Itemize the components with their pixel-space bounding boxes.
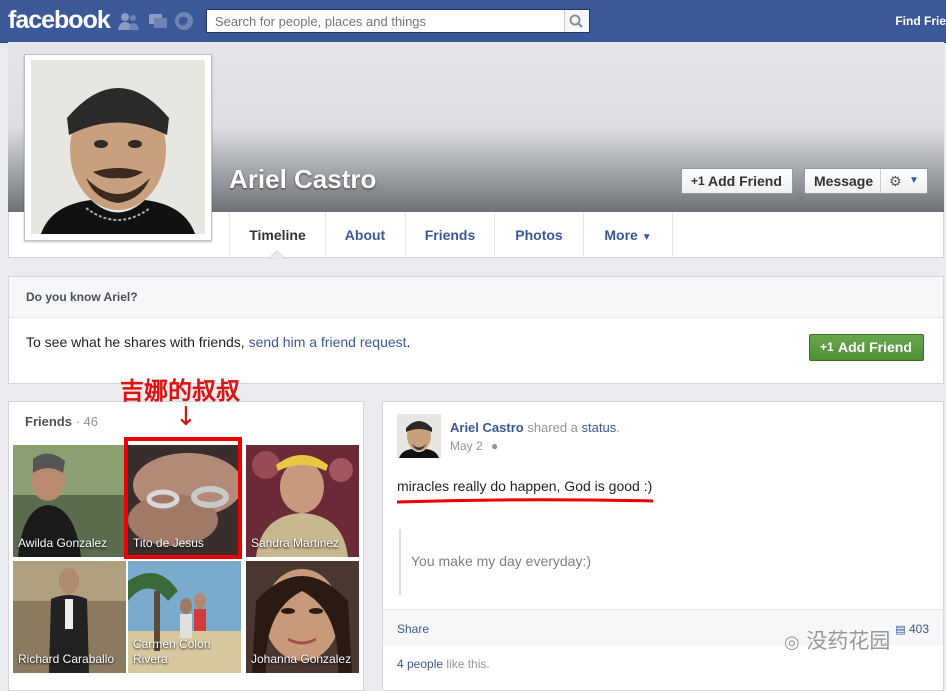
facebook-logo[interactable]: facebook (8, 6, 111, 35)
top-navigation-bar: facebook Find Frie (0, 0, 946, 43)
tab-more[interactable]: More ▼ (584, 212, 673, 258)
friend-request-link[interactable]: send him a friend request (249, 334, 407, 350)
share-link[interactable]: Share (397, 622, 429, 636)
jewel-icons (118, 11, 198, 31)
add-friend-icon: +1 (691, 174, 705, 188)
message-button[interactable]: Message ⚙ ▼ (804, 168, 928, 194)
likes-people-link[interactable]: 4 people (397, 657, 443, 671)
friend-name: Awilda Gonzalez (18, 536, 108, 550)
friend-name: Sandra Martinez (251, 536, 340, 550)
message-label: Message (814, 173, 874, 189)
profile-name: Ariel Castro (229, 164, 377, 194)
share-count-icon: ▤ (895, 624, 906, 636)
search-icon (569, 14, 583, 28)
find-friends-link[interactable]: Find Frie (895, 14, 946, 28)
friend-tile[interactable]: Sandra Martinez (246, 445, 359, 557)
share-count[interactable]: ▤ 403 (895, 622, 929, 636)
friends-count: 46 (83, 414, 98, 429)
author-avatar-image (397, 414, 441, 458)
shared-status-quote: You make my day everyday:) (399, 529, 929, 595)
do-you-know-title: Do you know Ariel? (9, 277, 943, 318)
tab-friends[interactable]: Friends (406, 212, 495, 258)
chevron-down-icon: ▼ (641, 232, 652, 243)
friend-tile[interactable]: Richard Caraballo (13, 561, 126, 673)
gear-icon[interactable]: ⚙ (889, 169, 902, 193)
search-button[interactable] (564, 10, 589, 32)
watermark: ◎ 没药花园 (784, 629, 891, 653)
active-tab-pointer (268, 251, 286, 259)
post-author-avatar[interactable] (397, 414, 441, 458)
friend-name: Richard Caraballo (18, 652, 115, 666)
annotation-underline (396, 498, 654, 504)
add-friend-button-secondary[interactable]: +1 Add Friend (809, 334, 924, 361)
add-friend-button[interactable]: +1 Add Friend (681, 168, 793, 194)
profile-photo-image (31, 60, 205, 234)
friend-tile[interactable]: Carmen Colon Rivera (128, 561, 241, 673)
tab-photos[interactable]: Photos (495, 212, 584, 258)
do-you-know-text: To see what he shares with friends, send… (26, 334, 411, 350)
friend-tile[interactable]: Awilda Gonzalez (13, 445, 126, 557)
messages-icon[interactable] (148, 11, 168, 31)
friend-name: Johanna Gonzalez (251, 652, 352, 666)
friend-tile[interactable]: Johanna Gonzalez (246, 561, 359, 673)
annotation-text: 吉娜的叔叔 (120, 377, 240, 405)
globe-icon: ● (491, 439, 499, 453)
friends-header[interactable]: Friends · 46 (25, 414, 98, 429)
post-status-text: miracles really do happen, God is good :… (397, 478, 653, 494)
add-friend-label: Add Friend (708, 173, 782, 189)
shared-status-text: You make my day everyday:) (411, 553, 592, 569)
post-header: Ariel Castro shared a status. (450, 420, 620, 435)
post-likes: 4 people like this. (397, 657, 490, 671)
tab-about[interactable]: About (325, 212, 406, 258)
friend-requests-icon[interactable] (118, 11, 140, 31)
search-box (206, 9, 590, 33)
post-meta: May 2 ● (450, 439, 498, 453)
profile-picture[interactable] (24, 54, 212, 241)
annotation-arrow: ↓ (175, 402, 197, 432)
post-date[interactable]: May 2 (450, 439, 483, 453)
search-input[interactable] (213, 13, 557, 30)
add-friend-icon: +1 (820, 340, 834, 354)
status-link[interactable]: status (582, 420, 617, 435)
wechat-icon: ◎ (784, 632, 800, 653)
annotation-highlight-box (124, 437, 242, 559)
friend-name: Carmen Colon Rivera (133, 637, 211, 666)
post-author-link[interactable]: Ariel Castro (450, 420, 524, 435)
notifications-icon[interactable] (174, 11, 194, 31)
do-you-know-box: Do you know Ariel? To see what he shares… (8, 276, 944, 384)
chevron-down-icon[interactable]: ▼ (909, 169, 919, 193)
